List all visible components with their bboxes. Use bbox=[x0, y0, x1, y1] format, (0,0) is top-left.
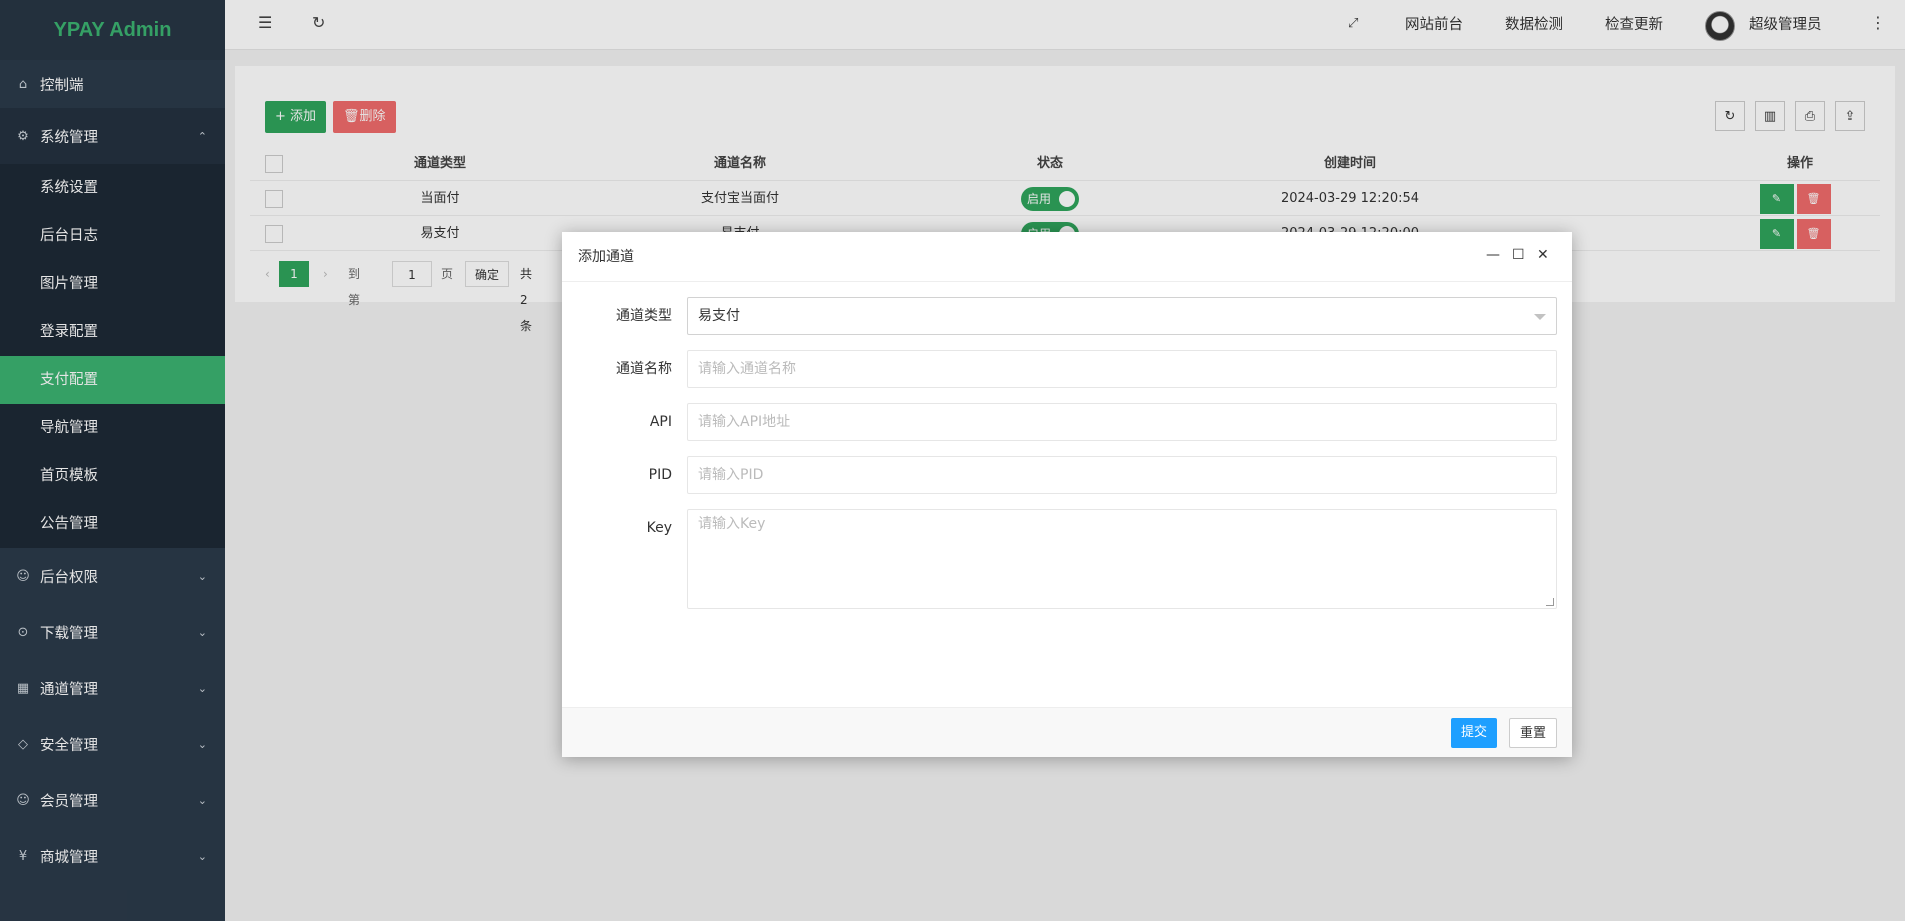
close-icon[interactable]: ✕ bbox=[1537, 247, 1549, 263]
key-placeholder: 请输入Key bbox=[698, 516, 766, 532]
label-api: API bbox=[649, 414, 672, 430]
minimize-icon[interactable]: — bbox=[1486, 247, 1500, 263]
reset-button[interactable]: 重置 bbox=[1508, 718, 1557, 748]
label-key: Key bbox=[646, 520, 672, 536]
label-type: 通道类型 bbox=[616, 308, 672, 324]
add-channel-modal: 添加通道 — ☐ ✕ 通道类型 易支付 通道名称 请输入通道名称 API 请输入… bbox=[562, 232, 1572, 757]
maximize-icon[interactable]: ☐ bbox=[1512, 247, 1525, 263]
channel-type-select[interactable]: 易支付 bbox=[687, 297, 1557, 335]
modal-footer: 提交 重置 bbox=[562, 707, 1572, 757]
dropdown-caret-icon bbox=[1534, 314, 1546, 320]
label-name: 通道名称 bbox=[616, 361, 672, 377]
key-textarea[interactable]: 请输入Key bbox=[687, 509, 1557, 609]
submit-button[interactable]: 提交 bbox=[1450, 718, 1497, 748]
pid-input[interactable]: 请输入PID bbox=[687, 456, 1557, 494]
api-input[interactable]: 请输入API地址 bbox=[687, 403, 1557, 441]
modal-title: 添加通道 bbox=[562, 232, 1572, 282]
select-value: 易支付 bbox=[698, 308, 740, 324]
resize-handle-icon[interactable] bbox=[1546, 598, 1554, 606]
channel-name-input[interactable]: 请输入通道名称 bbox=[687, 350, 1557, 388]
label-pid: PID bbox=[648, 467, 672, 483]
